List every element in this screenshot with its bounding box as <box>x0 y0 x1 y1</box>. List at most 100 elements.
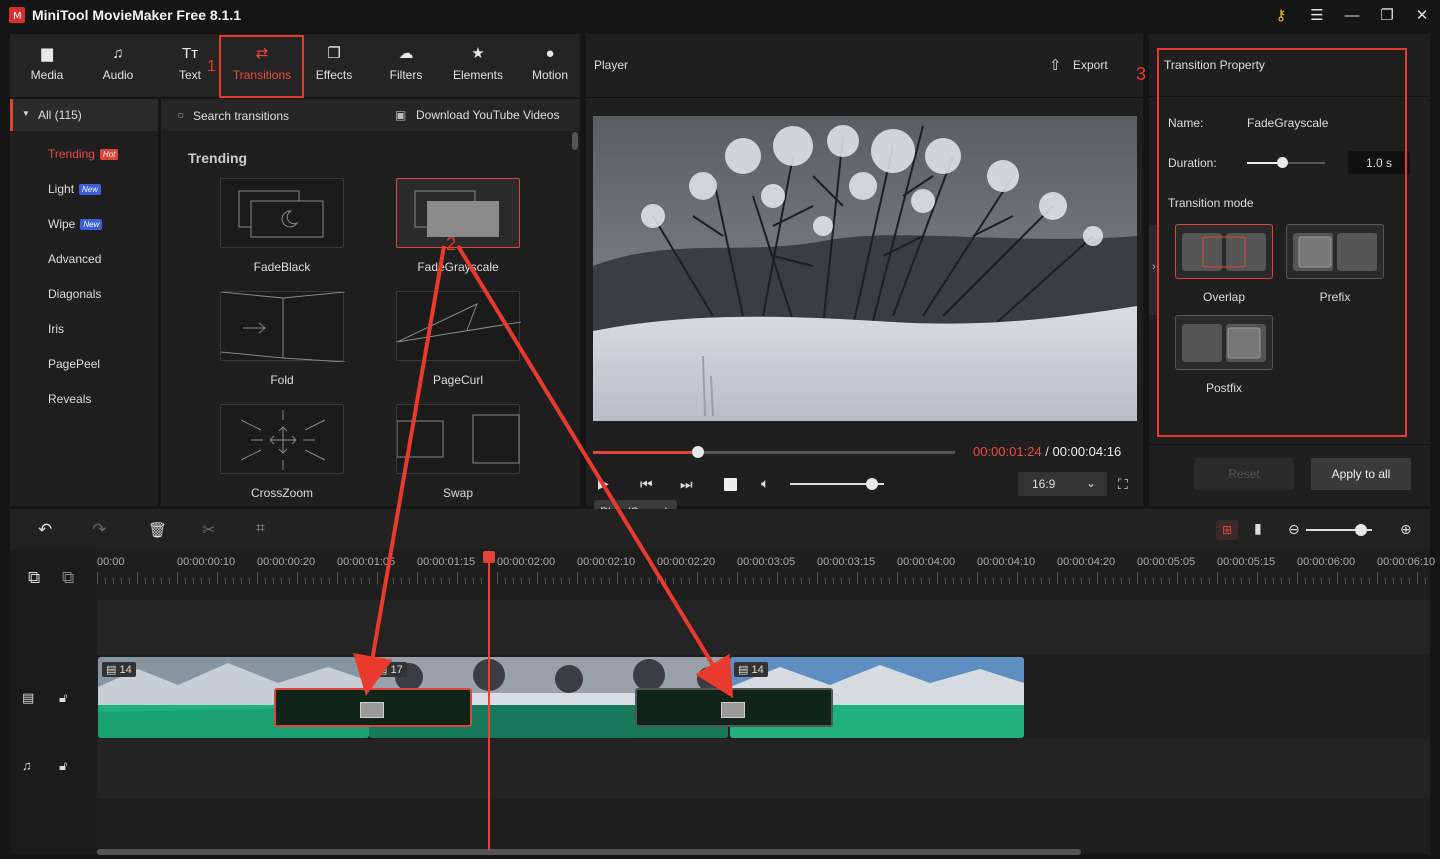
previous-frame-button[interactable]: ⏮ <box>640 476 653 493</box>
transition-fadegrayscale[interactable] <box>396 178 520 248</box>
reset-button[interactable]: Reset <box>1194 458 1294 490</box>
transition-pagecurl[interactable] <box>396 291 522 361</box>
ruler-tick-mark <box>625 578 626 584</box>
ruler-tick-mark <box>121 578 122 584</box>
category-trending[interactable]: Trending Hot <box>48 147 119 161</box>
ruler-tick-label: 00:00:00:10 <box>177 556 236 568</box>
category-all[interactable]: ▼ All (115) <box>10 99 158 131</box>
close-button[interactable]: ✕ <box>1411 6 1433 26</box>
library-scrollbar[interactable] <box>572 132 578 150</box>
ruler-tick-mark <box>585 578 586 584</box>
ruler-tick-mark <box>1113 578 1114 584</box>
apply-to-all-button[interactable]: Apply to all <box>1311 458 1411 490</box>
ruler-tick-mark <box>345 578 346 584</box>
transition-fold[interactable] <box>220 291 346 363</box>
ruler-tick-mark <box>921 578 922 584</box>
ruler-tick-mark <box>1065 578 1066 584</box>
ruler-tick-mark <box>961 578 962 584</box>
ruler-tick-mark <box>321 578 322 584</box>
maximize-button[interactable]: ❐ <box>1376 6 1398 26</box>
category-diagonals[interactable]: Diagonals <box>48 287 101 301</box>
category-advanced[interactable]: Advanced <box>48 252 101 266</box>
hot-badge: Hot <box>99 149 119 160</box>
ruler-tick-mark <box>889 578 890 584</box>
tab-elements[interactable]: ★ Elements <box>443 34 513 97</box>
volume-slider[interactable] <box>790 478 884 490</box>
scissors-icon[interactable]: ✂ <box>202 520 215 540</box>
add-track-icon[interactable]: ⧉ <box>28 568 40 588</box>
ruler-tick-mark <box>1009 578 1010 584</box>
ruler-tick-mark <box>841 578 842 584</box>
ruler-tick-mark <box>313 578 314 584</box>
next-frame-button[interactable]: ⏭ <box>680 476 693 493</box>
key-icon[interactable]: ⚷ <box>1270 6 1292 26</box>
zoom-handle[interactable] <box>1354 524 1367 536</box>
annotation-number-2: 2 <box>446 234 457 254</box>
ruler-tick-label: 00:00:05:05 <box>1137 556 1196 568</box>
stop-button[interactable] <box>724 478 737 491</box>
lock-icon[interactable]: 🔓︎ <box>59 690 67 706</box>
zoom-slider[interactable] <box>1306 524 1372 536</box>
redo-icon[interactable]: ↷ <box>92 520 106 540</box>
volume-icon[interactable]: 🔈︎ <box>761 475 769 492</box>
ruler-tick-mark <box>657 572 658 584</box>
search-input[interactable]: Search transitions <box>193 109 289 123</box>
export-button[interactable]: Export <box>1073 58 1108 72</box>
tab-motion[interactable]: ● Motion <box>515 34 585 97</box>
zoom-in-icon[interactable]: ⊕ <box>1400 521 1412 538</box>
transition-swap[interactable] <box>396 404 520 474</box>
ruler-tick-label: 00:00:00:20 <box>257 556 316 568</box>
volume-handle[interactable] <box>865 478 878 490</box>
zoom-out-icon[interactable]: ⊖ <box>1288 521 1300 538</box>
progress-bar[interactable] <box>593 446 955 458</box>
ruler-tick-mark <box>1041 578 1042 584</box>
category-iris[interactable]: Iris <box>48 322 64 336</box>
ruler-tick-mark <box>529 578 530 584</box>
ruler-tick-mark <box>1257 572 1258 584</box>
transition-handle-icon <box>721 702 745 718</box>
remove-track-icon[interactable]: ⧉ <box>62 568 74 588</box>
transition-block[interactable] <box>635 688 833 727</box>
transition-block-selected[interactable] <box>274 688 472 727</box>
category-light[interactable]: Light New <box>48 182 102 196</box>
ruler-tick-mark <box>1001 578 1002 584</box>
ruler-tick-mark <box>129 578 130 584</box>
category-label: Trending <box>48 147 95 161</box>
divider <box>586 97 1143 98</box>
swap-thumbnail-icon <box>396 414 520 464</box>
menu-icon[interactable]: ☰ <box>1306 6 1328 26</box>
ruler-tick-mark <box>1097 572 1098 584</box>
download-youtube-link[interactable]: Download YouTube Videos <box>416 108 559 122</box>
progress-handle[interactable] <box>691 446 704 458</box>
chevron-down-icon: ⌄ <box>1086 476 1097 490</box>
ruler-tick-mark <box>249 578 250 584</box>
ruler-tick-mark <box>633 578 634 584</box>
snap-icon[interactable]: ⊞ <box>1216 520 1238 540</box>
fullscreen-icon[interactable]: ⛶ <box>1118 476 1128 493</box>
timeline-scrollbar[interactable] <box>97 849 1081 855</box>
transition-crosszoom[interactable] <box>220 404 344 474</box>
minimize-button[interactable]: — <box>1341 6 1363 26</box>
tab-media[interactable]: ▆ Media <box>12 34 82 97</box>
delete-icon[interactable]: 🗑︎ <box>148 521 167 539</box>
category-reveals[interactable]: Reveals <box>48 392 91 406</box>
lock-icon[interactable]: 🔓︎ <box>59 758 67 774</box>
ruler-tick-mark <box>513 578 514 584</box>
ruler-tick-mark <box>593 578 594 584</box>
category-label: Light <box>48 182 75 196</box>
category-wipe[interactable]: Wipe New <box>48 217 103 231</box>
ruler-tick-mark <box>1265 578 1266 584</box>
undo-icon[interactable]: ↶ <box>38 520 52 540</box>
tab-audio[interactable]: ♫ Audio <box>83 34 153 97</box>
crop-icon[interactable]: ⌗ <box>256 520 265 538</box>
ruler-tick-mark <box>1281 578 1282 584</box>
transition-fadeblack[interactable] <box>220 178 344 248</box>
timeline-ruler[interactable]: 00:00 00:00:00:10 00:00:00:20 00:00:01:05 00… <box>97 550 1435 600</box>
play-button[interactable]: ▶ <box>598 475 609 492</box>
fit-timeline-icon[interactable]: ▮ <box>1254 520 1262 537</box>
annotation-number-3: 3 <box>1136 64 1147 84</box>
category-pagepeel[interactable]: PagePeel <box>48 357 100 371</box>
tab-filters[interactable]: ☁ Filters <box>371 34 441 97</box>
aspect-ratio-select[interactable]: 16:9 ⌄ <box>1018 472 1107 496</box>
tab-effects[interactable]: ❐ Effects <box>299 34 369 97</box>
